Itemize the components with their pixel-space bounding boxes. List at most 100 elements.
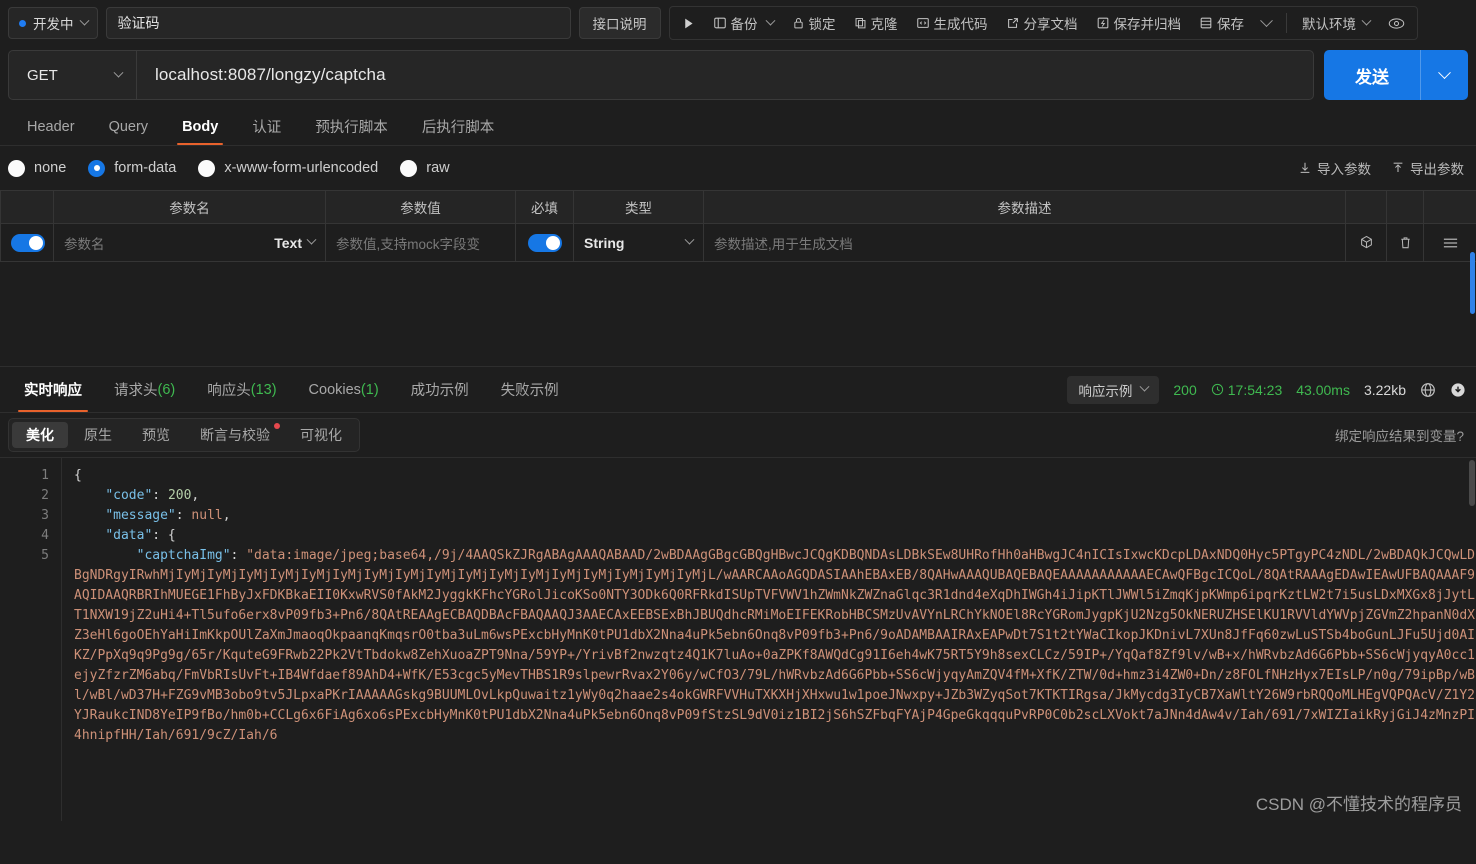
row-required-toggle[interactable] xyxy=(527,233,562,252)
param-table-scrollbar[interactable] xyxy=(1470,252,1475,314)
response-tabs: 实时响应 请求头 (6) 响应头 (13) Cookies (1) 成功示例 失… xyxy=(0,367,1476,413)
chevron-down-icon xyxy=(1438,65,1451,79)
col-action-1 xyxy=(1345,190,1387,224)
environment-select[interactable]: 默认环境 xyxy=(1294,9,1378,37)
view-tab-preview[interactable]: 预览 xyxy=(128,422,184,448)
response-tab-cookies-count: (1) xyxy=(360,381,379,398)
send-options-button[interactable] xyxy=(1420,50,1468,100)
api-doc-button[interactable]: 接口说明 xyxy=(578,7,661,39)
code-key-data: "data" xyxy=(105,528,153,543)
code-value-captcha-line-0: "data:image/jpeg;base64,/9j/4AAQSkZJRgAB… xyxy=(246,548,1374,563)
view-tab-raw[interactable]: 原生 xyxy=(70,422,126,448)
view-tab-group: 美化 原生 预览 断言与校验 可视化 xyxy=(8,418,360,452)
send-button[interactable]: 发送 xyxy=(1324,50,1420,100)
response-tab-realtime[interactable]: 实时响应 xyxy=(8,367,98,412)
code-key-captcha: "captchaImg" xyxy=(136,548,231,563)
import-icon xyxy=(1298,161,1312,175)
row-description-cell[interactable]: 参数描述,用于生成文档 xyxy=(703,223,1346,262)
tab-body[interactable]: Body xyxy=(165,108,235,145)
row-required-cell xyxy=(515,223,574,262)
api-status-select[interactable]: 开发中 xyxy=(8,7,98,39)
view-tab-visualize[interactable]: 可视化 xyxy=(286,422,356,448)
response-tab-request-headers[interactable]: 请求头 (6) xyxy=(98,367,191,412)
response-status-line: 响应示例 200 17:54:23 43.00ms 3.22kb xyxy=(1067,375,1466,404)
menu-icon[interactable] xyxy=(1424,236,1476,250)
response-tab-request-headers-count: (6) xyxy=(157,381,176,398)
backup-button[interactable]: 备份 xyxy=(705,9,782,37)
row-enable-toggle[interactable] xyxy=(11,233,45,252)
response-time: 17:54:23 xyxy=(1227,381,1283,398)
lock-label: 锁定 xyxy=(808,17,836,32)
param-io-actions: 导入参数 导出参数 xyxy=(1298,158,1464,178)
row-type-cell[interactable]: String xyxy=(573,223,704,262)
code-content[interactable]: { "code": 200, "message": null, "data": … xyxy=(62,458,1476,821)
save-archive-button[interactable]: 保存并归档 xyxy=(1088,9,1190,37)
response-tab-failure-example[interactable]: 失败示例 xyxy=(485,367,575,412)
clone-button[interactable]: 克隆 xyxy=(846,9,906,37)
code-line-numbers: 1 2 3 4 5 xyxy=(0,458,62,821)
code-scrollbar[interactable] xyxy=(1469,460,1475,506)
chevron-down-icon xyxy=(1361,15,1372,26)
url-input[interactable]: localhost:8087/longzy/captcha xyxy=(137,65,1313,85)
line-number: 2 xyxy=(41,488,49,503)
http-method-select[interactable]: GET xyxy=(9,51,137,99)
tab-query[interactable]: Query xyxy=(92,108,166,145)
line-number: 3 xyxy=(41,508,49,523)
row-name-cell[interactable]: 参数名 Text xyxy=(53,223,326,262)
response-duration: 43.00ms xyxy=(1296,381,1350,398)
body-type-raw[interactable]: raw xyxy=(400,159,450,177)
chevron-down-icon xyxy=(79,15,89,26)
row-name-type-select[interactable]: Text xyxy=(274,234,317,251)
view-tab-assertion-label: 断言与校验 xyxy=(200,427,270,443)
response-example-select[interactable]: 响应示例 xyxy=(1067,375,1160,404)
tab-pre-script[interactable]: 预执行脚本 xyxy=(298,108,405,145)
col-param-value: 参数值 xyxy=(325,190,516,224)
row-delete-cell xyxy=(1386,223,1424,262)
share-doc-button[interactable]: 分享文档 xyxy=(998,9,1086,37)
body-type-none[interactable]: none xyxy=(8,159,66,177)
code-key-code: "code" xyxy=(105,488,153,503)
row-value-input[interactable]: 参数值,支持mock字段变 xyxy=(336,237,480,252)
play-icon xyxy=(682,17,695,30)
save-dropdown-button[interactable] xyxy=(1254,9,1279,37)
api-name-input[interactable]: 验证码 xyxy=(105,7,571,39)
tab-header[interactable]: Header xyxy=(10,108,92,145)
row-value-cell[interactable]: 参数值,支持mock字段变 xyxy=(325,223,516,262)
save-button[interactable]: 保存 xyxy=(1191,9,1252,37)
run-button[interactable] xyxy=(674,9,703,37)
code-value-code: 200 xyxy=(167,488,192,503)
cube-icon[interactable] xyxy=(1346,235,1386,251)
col-description: 参数描述 xyxy=(703,190,1346,224)
response-tab-request-headers-label: 请求头 xyxy=(114,383,158,399)
row-name-input[interactable]: 参数名 xyxy=(64,233,105,253)
globe-icon[interactable] xyxy=(1420,382,1436,398)
view-tab-assertion[interactable]: 断言与校验 xyxy=(186,422,284,448)
download-icon[interactable] xyxy=(1450,382,1466,398)
response-tab-response-headers[interactable]: 响应头 (13) xyxy=(191,367,292,412)
export-params-button[interactable]: 导出参数 xyxy=(1391,158,1464,178)
lock-button[interactable]: 锁定 xyxy=(784,9,844,37)
generate-code-button[interactable]: 生成代码 xyxy=(908,9,996,37)
line-number: 5 xyxy=(41,548,49,563)
response-tab-cookies[interactable]: Cookies (1) xyxy=(293,367,395,412)
body-type-urlencoded[interactable]: x-www-form-urlencoded xyxy=(198,159,378,177)
tab-auth[interactable]: 认证 xyxy=(235,108,298,145)
response-tab-cookies-label: Cookies xyxy=(308,381,361,398)
response-tab-success-example-label: 成功示例 xyxy=(410,383,469,399)
bind-response-link[interactable]: 绑定响应结果到变量? xyxy=(1335,425,1464,445)
export-params-label: 导出参数 xyxy=(1410,162,1464,177)
import-params-button[interactable]: 导入参数 xyxy=(1298,158,1371,178)
tab-post-script[interactable]: 后执行脚本 xyxy=(405,108,512,145)
view-tab-pretty[interactable]: 美化 xyxy=(12,422,68,448)
row-name-type-value: Text xyxy=(274,234,302,251)
row-description-input[interactable]: 参数描述,用于生成文档 xyxy=(714,237,853,252)
body-type-form-data[interactable]: form-data xyxy=(88,159,176,177)
trash-icon[interactable] xyxy=(1387,235,1423,251)
api-status-label: 开发中 xyxy=(33,17,74,32)
send-button-group[interactable]: 发送 xyxy=(1324,50,1468,100)
radio-icon xyxy=(198,159,216,177)
preview-env-button[interactable] xyxy=(1380,9,1413,37)
response-tab-realtime-label: 实时响应 xyxy=(24,383,82,399)
response-tab-success-example[interactable]: 成功示例 xyxy=(395,367,485,412)
line-number: 1 xyxy=(41,468,49,483)
